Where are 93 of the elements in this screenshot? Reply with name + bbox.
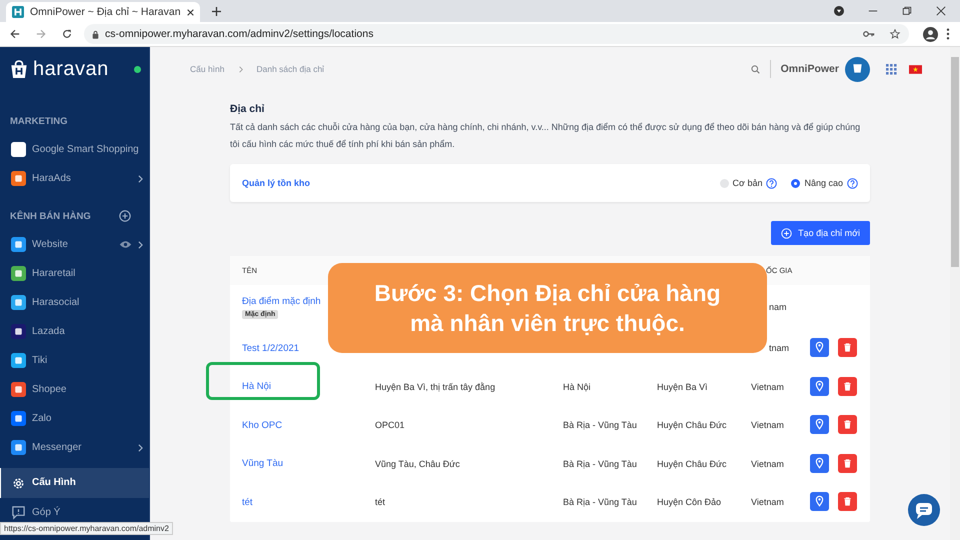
option-label[interactable]: Cơ bản [732,178,762,188]
page-title: Địa chỉ [230,103,266,115]
sidebar-item[interactable]: Shopee [0,375,149,404]
sidebar-item[interactable]: HaraAds [0,164,149,193]
sidebar-item[interactable]: Cấu Hình [0,468,149,498]
close-icon[interactable] [936,6,946,16]
flag-icon[interactable] [909,64,922,74]
map-pin-button[interactable] [810,492,829,512]
search-icon[interactable] [750,64,760,74]
gear-icon [11,476,26,490]
table-cell: Vietnam [751,497,784,508]
sidebar-item[interactable]: Hararetail [0,259,149,288]
table-cell: nam [769,302,787,312]
table-cell: Hà Nội [563,382,591,392]
profile-menu-icon[interactable] [834,6,844,16]
table-cell: Vietnam [751,458,784,469]
address-bar[interactable]: cs-omnipower.myharavan.com/adminv2/settings/locations [84,24,909,44]
sidebar-item[interactable]: Tiki [0,346,149,375]
location-link[interactable]: Vũng Tàu [242,458,284,470]
map-pin-button[interactable] [810,454,829,473]
table-cell: Bà Rịa - Vũng Tàu [563,497,637,508]
close-icon[interactable] [186,8,194,16]
add-icon[interactable] [119,210,131,222]
sidebar-item[interactable]: Zalo [0,404,149,433]
back-icon[interactable] [10,29,20,39]
more-icon[interactable] [946,28,950,40]
eye-icon[interactable] [119,240,132,249]
table-cell: Bà Rịa - Vũng Tàu [563,420,637,430]
maximize-icon[interactable] [902,6,912,16]
url-text: cs-omnipower.myharavan.com/adminv2/settings/locations [105,28,374,40]
map-pin-button[interactable] [810,338,829,358]
table-cell: tnam [769,343,790,354]
trash-button[interactable] [838,338,857,358]
table-cell: OPC01 [375,420,405,430]
table-cell: Vietnam [751,420,784,430]
map-pin-button[interactable] [810,415,829,434]
callout-banner: Bước 3: Chọn Địa chỉ cửa hàng mà nhân viên trực thuộc. [328,263,767,353]
map-pin-button[interactable] [810,376,829,396]
avatar-icon[interactable] [845,56,870,82]
radio-button[interactable] [720,178,729,188]
location-link[interactable]: Hà Nội [242,381,272,392]
lock-icon [92,30,99,38]
logo-text: haravan [33,58,109,80]
table-cell: Huyện Ba Vì [657,382,708,392]
table-cell: Huyện Ba Vì, thị trấn tây đằng [375,382,496,392]
table-cell: Huyện Châu Đức [657,458,727,469]
sidebar-item[interactable]: Google Smart Shopping [0,135,149,164]
section-heading: MARKETING [10,116,68,126]
scrollbar[interactable] [950,47,960,540]
chevron-right-icon [238,66,242,72]
chevron-right-icon[interactable] [138,240,143,248]
star-icon[interactable] [889,29,901,39]
location-link[interactable]: Test 1/2/2021 [242,342,300,354]
trash-button[interactable] [838,492,857,512]
option-label[interactable]: Nâng cao [804,178,843,188]
add-icon [781,228,792,238]
sidebar-item[interactable]: Lazada [0,317,149,346]
radio-button[interactable] [791,178,800,188]
help-icon[interactable] [847,178,858,188]
page-description: Tất cả danh sách các chuỗi cửa hàng của bạn, cửa hàng chính, chi nhánh, v.v... Những địa điểm có thể được sử dụng để theo dõi bán hàng và để giúp chúng tôi cấu hình các mức thuế để tính phí khi bán sản phẩm. [230,121,862,151]
table-cell: Huyện Châu Đức [657,420,727,430]
table-cell: Vũng Tàu, Châu Đức [375,458,460,469]
trash-button[interactable] [838,376,857,396]
section-label: Quản lý tồn kho [242,178,310,188]
tab-title: OmniPower ~ Địa chỉ ~ Haravan [30,6,181,18]
table-cell: Huyện Côn Đảo [657,497,722,508]
chevron-right-icon[interactable] [138,174,143,182]
trash-button[interactable] [838,454,857,473]
location-link[interactable]: tét [242,496,253,508]
chevron-right-icon[interactable] [138,444,143,452]
help-icon[interactable] [766,178,778,188]
site-icon [12,6,24,18]
create-button[interactable]: Tạo địa chỉ mới [771,221,870,245]
account-icon[interactable] [923,26,938,42]
chat-alert-icon [11,505,26,520]
table-cell: tét [375,497,386,508]
status-tooltip: https://cs-omnipower.myharavan.com/adminv2 [0,522,173,535]
sidebar-item[interactable]: Messenger [0,433,149,462]
location-link[interactable]: Kho OPC [242,420,282,431]
apps-grid-icon[interactable] [886,64,897,74]
sidebar-item[interactable]: Harasocial [0,288,149,317]
trash-button[interactable] [838,415,857,434]
section-heading: KÊNH BÁN HÀNG [10,210,91,222]
browser-tab[interactable]: OmniPower ~ Địa chỉ ~ Haravan [6,2,200,22]
shop-name[interactable]: OmniPower [780,63,839,75]
location-link[interactable]: Địa điểm mặc định [242,296,321,306]
reload-icon[interactable] [62,29,72,39]
sidebar-item[interactable]: Website [0,230,149,259]
table-cell: Bà Rịa - Vũng Tàu [563,458,637,469]
chat-icon[interactable] [908,494,940,526]
new-tab-icon[interactable] [212,7,221,16]
table-cell: Vietnam [751,382,784,392]
key-icon[interactable] [863,29,875,39]
